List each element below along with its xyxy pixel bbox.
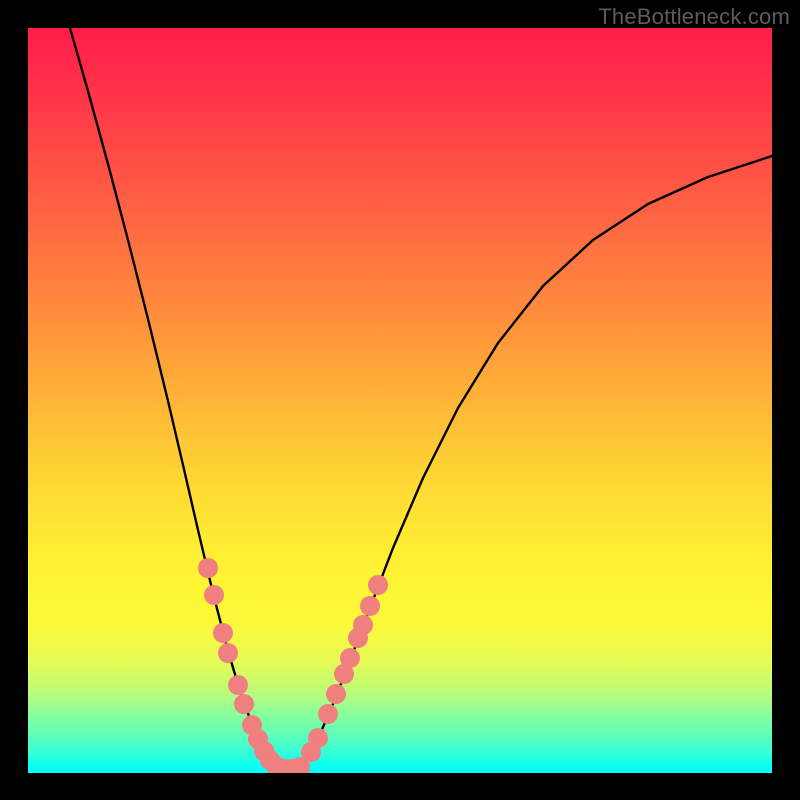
marker-dot bbox=[218, 643, 238, 663]
marker-dot bbox=[340, 648, 360, 668]
dot-markers bbox=[198, 558, 388, 773]
chart-frame: TheBottleneck.com bbox=[0, 0, 800, 800]
marker-dot bbox=[234, 694, 254, 714]
marker-dot bbox=[213, 623, 233, 643]
marker-dot bbox=[198, 558, 218, 578]
marker-dot bbox=[318, 704, 338, 724]
marker-dot bbox=[308, 728, 328, 748]
marker-dot bbox=[204, 585, 224, 605]
curve-layer bbox=[28, 28, 772, 773]
watermark-text: TheBottleneck.com bbox=[598, 4, 790, 30]
marker-dot bbox=[368, 575, 388, 595]
marker-dot bbox=[326, 684, 346, 704]
marker-dot bbox=[353, 615, 373, 635]
marker-dot bbox=[360, 596, 380, 616]
curve-lines bbox=[70, 28, 772, 769]
marker-dot bbox=[228, 675, 248, 695]
plot-area bbox=[28, 28, 772, 773]
